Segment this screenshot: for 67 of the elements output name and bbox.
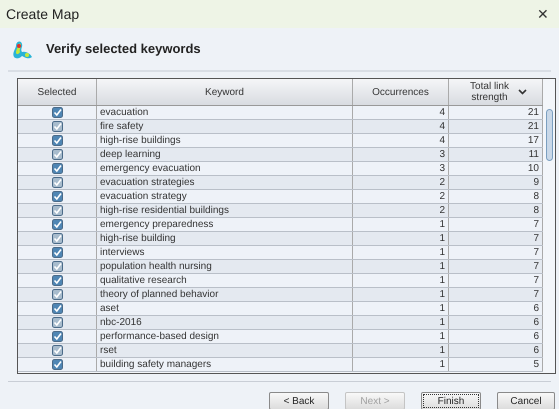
table-cell: 2 bbox=[353, 190, 449, 203]
table-cell: 4 bbox=[353, 120, 449, 133]
checkbox[interactable] bbox=[52, 331, 62, 342]
keyword-cell: building safety managers bbox=[97, 358, 353, 371]
keyword-cell: fire safety bbox=[97, 120, 353, 133]
keyword-cell: emergency preparedness bbox=[97, 218, 353, 231]
table-cell: 2 bbox=[353, 176, 449, 189]
checkbox[interactable] bbox=[52, 275, 62, 286]
close-button[interactable]: ✕ bbox=[533, 4, 553, 24]
table-cell: 1 bbox=[353, 232, 449, 245]
table-cell: 1 bbox=[353, 344, 449, 357]
checkbox[interactable] bbox=[52, 359, 62, 370]
keyword-cell: emergency evacuation bbox=[97, 162, 353, 175]
keyword-cell: evacuation bbox=[97, 106, 353, 119]
checkbox[interactable] bbox=[52, 289, 62, 300]
dialog-button[interactable]: Finish bbox=[421, 392, 481, 409]
checkbox[interactable] bbox=[52, 345, 62, 356]
keyword-cell: nbc-2016 bbox=[97, 316, 353, 329]
checkbox[interactable] bbox=[52, 247, 62, 258]
checkbox[interactable] bbox=[52, 219, 62, 230]
keyword-cell: evacuation strategies bbox=[97, 176, 353, 189]
keyword-cell: evacuation strategy bbox=[97, 190, 353, 203]
table-cell: 1 bbox=[353, 246, 449, 259]
table-cell: 1 bbox=[353, 302, 449, 315]
column-header[interactable]: Keyword bbox=[97, 79, 353, 105]
keyword-cell: high-rise buildings bbox=[97, 134, 353, 147]
table-cell: 1 bbox=[353, 288, 449, 301]
table-cell: 1 bbox=[353, 358, 449, 371]
keyword-cell: theory of planned behavior bbox=[97, 288, 353, 301]
table-cell: 4 bbox=[353, 106, 449, 119]
table-cell: 1 bbox=[353, 274, 449, 287]
checkbox[interactable] bbox=[52, 121, 62, 132]
table-cell: 1 bbox=[353, 330, 449, 343]
checkbox[interactable] bbox=[52, 261, 62, 272]
checkbox[interactable] bbox=[52, 177, 62, 188]
column-header[interactable]: Selected bbox=[18, 79, 97, 105]
table-cell: 2 bbox=[353, 204, 449, 217]
keyword-cell: deep learning bbox=[97, 148, 353, 161]
keyword-cell: high-rise residential buildings bbox=[97, 204, 353, 217]
page-heading: Verify selected keywords bbox=[46, 40, 201, 58]
table-cell: 3 bbox=[353, 162, 449, 175]
table-cell: 1 bbox=[353, 260, 449, 273]
keyword-cell: rset bbox=[97, 344, 353, 357]
keyword-cell: interviews bbox=[97, 246, 353, 259]
keyword-cell: qualitative research bbox=[97, 274, 353, 287]
column-header[interactable]: Occurrences bbox=[353, 79, 449, 105]
checkbox[interactable] bbox=[52, 163, 62, 174]
keyword-cell: population health nursing bbox=[97, 260, 353, 273]
dialog-button[interactable]: < Back bbox=[269, 392, 329, 409]
table-cell: 3 bbox=[353, 148, 449, 161]
checkbox[interactable] bbox=[52, 317, 62, 328]
table-cell: 1 bbox=[353, 316, 449, 329]
checkbox[interactable] bbox=[52, 135, 62, 146]
checkbox[interactable] bbox=[52, 149, 62, 160]
checkbox[interactable] bbox=[52, 191, 62, 202]
checkbox[interactable] bbox=[52, 303, 62, 314]
table-cell: 4 bbox=[353, 134, 449, 147]
keyword-cell: performance-based design bbox=[97, 330, 353, 343]
keyword-cell: aset bbox=[97, 302, 353, 315]
table-cell: 1 bbox=[353, 218, 449, 231]
checkbox[interactable] bbox=[52, 205, 62, 216]
dialog-button[interactable]: Cancel bbox=[497, 392, 555, 409]
window-title: Create Map bbox=[6, 4, 80, 24]
scrollbar-thumb[interactable] bbox=[546, 109, 552, 161]
checkbox[interactable] bbox=[52, 107, 62, 118]
checkbox[interactable] bbox=[52, 233, 62, 244]
keyword-cell: high-rise building bbox=[97, 232, 353, 245]
